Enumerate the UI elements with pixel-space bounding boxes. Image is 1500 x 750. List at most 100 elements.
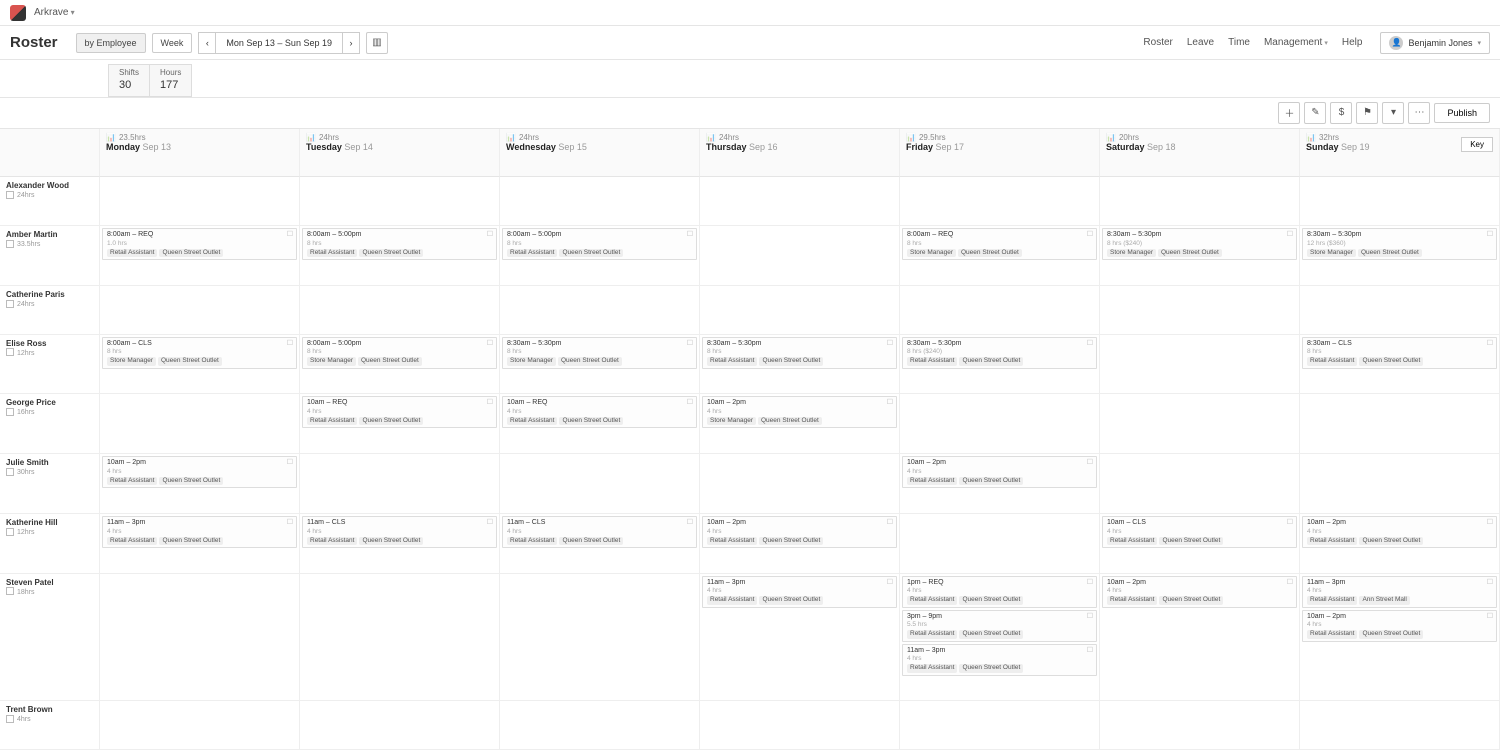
roster-slot[interactable] [100,574,300,702]
shift-card[interactable]: ☐ 8:00am – REQ 1.0 hrs Retail AssistantQ… [102,228,297,260]
roster-slot[interactable]: ☐ 10am – 2pm 4 hrs Retail AssistantQueen… [1300,514,1500,574]
flag-icon[interactable]: ⚑ [1356,102,1378,124]
employee-checkbox[interactable] [6,587,14,595]
shift-card[interactable]: ☐ 8:30am – CLS 8 hrs Retail AssistantQue… [1302,337,1497,369]
employee-cell[interactable]: Catherine Paris 24hrs [0,286,100,335]
roster-slot[interactable]: ☐ 11am – CLS 4 hrs Retail AssistantQueen… [500,514,700,574]
roster-slot[interactable]: ☐ 8:30am – CLS 8 hrs Retail AssistantQue… [1300,335,1500,395]
roster-slot[interactable] [500,574,700,702]
roster-slot[interactable] [1100,335,1300,395]
employee-checkbox[interactable] [6,240,14,248]
roster-slot[interactable]: ☐ 10am – CLS 4 hrs Retail AssistantQueen… [1100,514,1300,574]
shift-card[interactable]: ☐ 10am – REQ 4 hrs Retail AssistantQueen… [502,396,697,428]
view-by-employee[interactable]: by Employee [76,33,146,53]
employee-cell[interactable]: George Price 16hrs [0,394,100,454]
chart-view-icon[interactable]: ▥ [366,32,388,54]
roster-slot[interactable]: ☐ 10am – 2pm 4 hrs Retail AssistantQueen… [900,454,1100,514]
roster-slot[interactable]: ☐ 10am – REQ 4 hrs Retail AssistantQueen… [300,394,500,454]
roster-slot[interactable] [1100,701,1300,750]
prev-week-button[interactable]: ‹ [198,32,216,54]
shift-card[interactable]: ☐ 8:30am – 5:30pm 12 hrs ($360) Store Ma… [1302,228,1497,260]
employee-checkbox[interactable] [6,528,14,536]
shift-card[interactable]: ☐ 10am – 2pm 4 hrs Store ManagerQueen St… [702,396,897,428]
shift-card[interactable]: ☐ 3pm – 9pm 5.5 hrs Retail AssistantQuee… [902,610,1097,642]
roster-slot[interactable]: ☐ 11am – 3pm 4 hrs Retail AssistantQueen… [100,514,300,574]
roster-slot[interactable] [300,701,500,750]
roster-slot[interactable]: ☐ 8:30am – 5:30pm 8 hrs ($240) Store Man… [1100,226,1300,286]
roster-slot[interactable]: ☐ 8:00am – 5:00pm 8 hrs Retail Assistant… [500,226,700,286]
roster-slot[interactable] [1300,454,1500,514]
user-menu[interactable]: 👤 Benjamin Jones [1380,32,1490,54]
filter-icon[interactable]: ▾ [1382,102,1404,124]
roster-slot[interactable]: ☐ 8:00am – REQ 8 hrs Store ManagerQueen … [900,226,1100,286]
shift-card[interactable]: ☐ 1pm – REQ 4 hrs Retail AssistantQueen … [902,576,1097,608]
roster-slot[interactable]: ☐ 10am – 2pm 4 hrs Retail AssistantQueen… [700,514,900,574]
employee-cell[interactable]: Amber Martin 33.5hrs [0,226,100,286]
roster-slot[interactable] [100,394,300,454]
roster-slot[interactable]: ☐ 11am – CLS 4 hrs Retail AssistantQueen… [300,514,500,574]
nav-roster[interactable]: Roster [1143,37,1172,48]
employee-checkbox[interactable] [6,191,14,199]
shift-card[interactable]: ☐ 8:00am – 5:00pm 8 hrs Retail Assistant… [302,228,497,260]
roster-slot[interactable] [700,177,900,226]
employee-cell[interactable]: Trent Brown 4hrs [0,701,100,750]
shift-card[interactable]: ☐ 8:00am – 5:00pm 8 hrs Store ManagerQue… [302,337,497,369]
roster-slot[interactable]: ☐ 8:30am – 5:30pm 8 hrs Retail Assistant… [700,335,900,395]
roster-slot[interactable] [100,701,300,750]
employee-cell[interactable]: Elise Ross 12hrs [0,335,100,395]
roster-slot[interactable]: ☐ 8:00am – REQ 1.0 hrs Retail AssistantQ… [100,226,300,286]
roster-slot[interactable] [700,226,900,286]
employee-cell[interactable]: Steven Patel 18hrs [0,574,100,702]
cost-icon[interactable]: $ [1330,102,1352,124]
roster-slot[interactable] [500,701,700,750]
roster-slot[interactable] [1100,177,1300,226]
roster-slot[interactable] [900,514,1100,574]
roster-slot[interactable] [900,177,1100,226]
roster-slot[interactable] [500,177,700,226]
roster-slot[interactable]: ☐ 8:30am – 5:30pm 8 hrs ($240) Retail As… [900,335,1100,395]
roster-slot[interactable] [1300,394,1500,454]
roster-slot[interactable]: ☐ 8:00am – CLS 8 hrs Store ManagerQueen … [100,335,300,395]
roster-slot[interactable] [1300,286,1500,335]
shift-card[interactable]: ☐ 10am – 2pm 4 hrs Retail AssistantQueen… [1302,516,1497,548]
shift-card[interactable]: ☐ 11am – CLS 4 hrs Retail AssistantQueen… [302,516,497,548]
more-icon[interactable]: ⋯ [1408,102,1430,124]
shift-card[interactable]: ☐ 8:00am – 5:00pm 8 hrs Retail Assistant… [502,228,697,260]
roster-slot[interactable] [300,574,500,702]
shift-card[interactable]: ☐ 8:30am – 5:30pm 8 hrs Store ManagerQue… [502,337,697,369]
roster-slot[interactable] [300,286,500,335]
next-week-button[interactable]: › [342,32,360,54]
roster-slot[interactable]: ☐ 8:30am – 5:30pm 8 hrs Store ManagerQue… [500,335,700,395]
roster-slot[interactable]: ☐ 11am – 3pm 4 hrs Retail AssistantAnn S… [1300,574,1500,702]
shift-card[interactable]: ☐ 11am – 3pm 4 hrs Retail AssistantAnn S… [1302,576,1497,608]
roster-slot[interactable]: ☐ 1pm – REQ 4 hrs Retail AssistantQueen … [900,574,1100,702]
employee-checkbox[interactable] [6,715,14,723]
shift-card[interactable]: ☐ 10am – 2pm 4 hrs Retail AssistantQueen… [102,456,297,488]
nav-time[interactable]: Time [1228,37,1250,48]
roster-slot[interactable] [1300,701,1500,750]
shift-card[interactable]: ☐ 11am – CLS 4 hrs Retail AssistantQueen… [502,516,697,548]
org-switcher[interactable]: Arkrave [34,7,75,18]
roster-slot[interactable] [700,454,900,514]
period-week[interactable]: Week [152,33,193,53]
roster-slot[interactable]: ☐ 10am – 2pm 4 hrs Retail AssistantQueen… [1100,574,1300,702]
shift-card[interactable]: ☐ 10am – 2pm 4 hrs Retail AssistantQueen… [1102,576,1297,608]
add-shift-icon[interactable]: ＋ [1278,102,1300,124]
roster-slot[interactable] [1100,394,1300,454]
shift-card[interactable]: ☐ 11am – 3pm 4 hrs Retail AssistantQueen… [102,516,297,548]
roster-slot[interactable]: ☐ 11am – 3pm 4 hrs Retail AssistantQueen… [700,574,900,702]
roster-slot[interactable] [100,286,300,335]
date-range-label[interactable]: Mon Sep 13 – Sun Sep 19 [216,32,342,54]
roster-slot[interactable] [700,286,900,335]
shift-card[interactable]: ☐ 8:00am – REQ 8 hrs Store ManagerQueen … [902,228,1097,260]
employee-checkbox[interactable] [6,348,14,356]
employee-cell[interactable]: Alexander Wood 24hrs [0,177,100,226]
roster-slot[interactable] [900,701,1100,750]
shift-card[interactable]: ☐ 10am – 2pm 4 hrs Retail AssistantQueen… [702,516,897,548]
shift-card[interactable]: ☐ 8:00am – CLS 8 hrs Store ManagerQueen … [102,337,297,369]
nav-leave[interactable]: Leave [1187,37,1214,48]
shift-card[interactable]: ☐ 10am – 2pm 4 hrs Retail AssistantQueen… [1302,610,1497,642]
roster-slot[interactable] [900,394,1100,454]
shift-card[interactable]: ☐ 11am – 3pm 4 hrs Retail AssistantQueen… [702,576,897,608]
shift-card[interactable]: ☐ 8:30am – 5:30pm 8 hrs Retail Assistant… [702,337,897,369]
